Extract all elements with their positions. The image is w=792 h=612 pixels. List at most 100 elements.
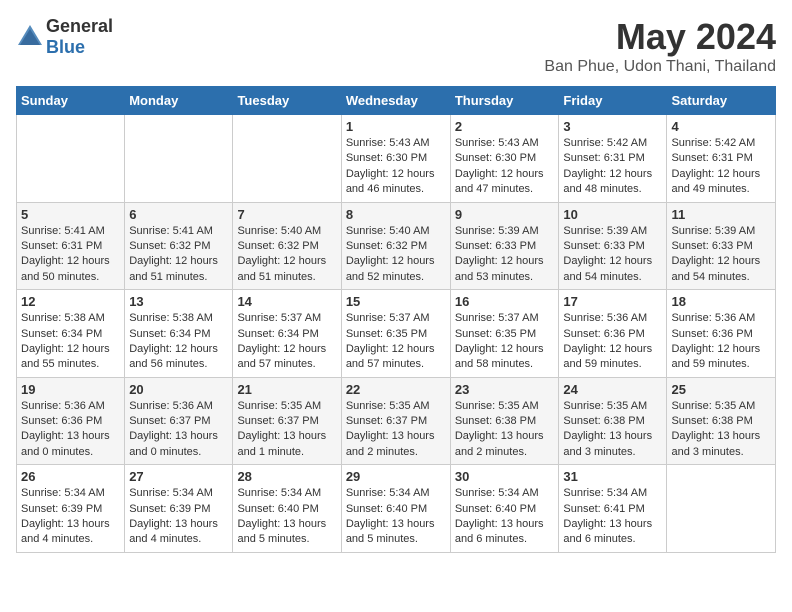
calendar-cell: 19Sunrise: 5:36 AM Sunset: 6:36 PM Dayli… <box>17 377 125 465</box>
day-number: 16 <box>455 294 555 309</box>
day-number: 26 <box>21 469 120 484</box>
calendar-cell: 13 Sunrise: 5:38 AM Sunset: 6:34 PM Dayli… <box>125 290 233 378</box>
day-number: 15 <box>346 294 446 309</box>
day-number: 28 <box>237 469 336 484</box>
day-number: 21 <box>237 382 336 397</box>
cell-content: Sunrise: 5:39 AM Sunset: 6:33 PM Dayligh… <box>671 224 771 286</box>
calendar-cell: 24 Sunrise: 5:35 AM Sunset: 6:38 PM Dayli… <box>559 377 667 465</box>
cell-content: Sunrise: 5:35 AM Sunset: 6:37 PM Dayligh… <box>237 399 336 461</box>
day-number: 27 <box>129 469 228 484</box>
calendar-cell: 30 Sunrise: 5:34 AM Sunset: 6:40 PM Dayli… <box>450 465 559 553</box>
cell-content: Sunrise: 5:35 AM Sunset: 6:38 PM Dayligh… <box>671 399 771 461</box>
calendar-cell <box>17 115 125 203</box>
title-block: May 2024 Ban Phue, Udon Thani, Thailand <box>544 16 776 76</box>
cell-content: Sunrise: 5:34 AM Sunset: 6:40 PM Dayligh… <box>346 486 446 548</box>
day-number: 19 <box>21 382 120 397</box>
day-number: 29 <box>346 469 446 484</box>
day-number: 20 <box>129 382 228 397</box>
calendar-cell <box>125 115 233 203</box>
day-number: 1 <box>346 119 446 134</box>
day-number: 12 <box>21 294 120 309</box>
logo-general-text: General <box>46 16 113 36</box>
cell-content: Sunrise: 5:36 AM Sunset: 6:37 PM Dayligh… <box>129 399 228 461</box>
logo-icon <box>16 23 44 51</box>
cell-content: Sunrise: 5:36 AM Sunset: 6:36 PM Dayligh… <box>563 311 662 373</box>
location-title: Ban Phue, Udon Thani, Thailand <box>544 58 776 76</box>
day-number: 31 <box>563 469 662 484</box>
calendar-week-row: 26 Sunrise: 5:34 AM Sunset: 6:39 PM Dayli… <box>17 465 776 553</box>
day-number: 10 <box>563 207 662 222</box>
calendar-cell: 25 Sunrise: 5:35 AM Sunset: 6:38 PM Dayli… <box>667 377 776 465</box>
calendar-table: SundayMondayTuesdayWednesdayThursdayFrid… <box>16 86 776 553</box>
calendar-cell <box>233 115 341 203</box>
weekday-header: Tuesday <box>233 87 341 115</box>
calendar-header-row: SundayMondayTuesdayWednesdayThursdayFrid… <box>17 87 776 115</box>
calendar-cell: 26Sunrise: 5:34 AM Sunset: 6:39 PM Dayli… <box>17 465 125 553</box>
calendar-cell: 10Sunrise: 5:39 AM Sunset: 6:33 PM Dayli… <box>559 202 667 290</box>
calendar-week-row: 19Sunrise: 5:36 AM Sunset: 6:36 PM Dayli… <box>17 377 776 465</box>
month-title: May 2024 <box>544 16 776 58</box>
cell-content: Sunrise: 5:43 AM Sunset: 6:30 PM Dayligh… <box>455 136 555 198</box>
cell-content: Sunrise: 5:43 AM Sunset: 6:30 PM Dayligh… <box>346 136 446 198</box>
day-number: 22 <box>346 382 446 397</box>
calendar-cell: 27 Sunrise: 5:34 AM Sunset: 6:39 PM Dayli… <box>125 465 233 553</box>
cell-content: Sunrise: 5:42 AM Sunset: 6:31 PM Dayligh… <box>671 136 771 198</box>
calendar-cell: 8 Sunrise: 5:40 AM Sunset: 6:32 PM Daylig… <box>341 202 450 290</box>
calendar-cell: 5Sunrise: 5:41 AM Sunset: 6:31 PM Daylig… <box>17 202 125 290</box>
calendar-week-row: 1 Sunrise: 5:43 AM Sunset: 6:30 PM Daylig… <box>17 115 776 203</box>
cell-content: Sunrise: 5:34 AM Sunset: 6:40 PM Dayligh… <box>455 486 555 548</box>
calendar-cell: 9Sunrise: 5:39 AM Sunset: 6:33 PM Daylig… <box>450 202 559 290</box>
cell-content: Sunrise: 5:40 AM Sunset: 6:32 PM Dayligh… <box>237 224 336 286</box>
calendar-cell: 6Sunrise: 5:41 AM Sunset: 6:32 PM Daylig… <box>125 202 233 290</box>
calendar-cell: 16 Sunrise: 5:37 AM Sunset: 6:35 PM Dayli… <box>450 290 559 378</box>
weekday-header: Monday <box>125 87 233 115</box>
calendar-cell <box>667 465 776 553</box>
day-number: 9 <box>455 207 555 222</box>
cell-content: Sunrise: 5:34 AM Sunset: 6:39 PM Dayligh… <box>129 486 228 548</box>
day-number: 8 <box>346 207 446 222</box>
calendar-cell: 14 Sunrise: 5:37 AM Sunset: 6:34 PM Dayli… <box>233 290 341 378</box>
calendar-week-row: 5Sunrise: 5:41 AM Sunset: 6:31 PM Daylig… <box>17 202 776 290</box>
calendar-cell: 20 Sunrise: 5:36 AM Sunset: 6:37 PM Dayli… <box>125 377 233 465</box>
cell-content: Sunrise: 5:38 AM Sunset: 6:34 PM Dayligh… <box>21 311 120 373</box>
weekday-header: Wednesday <box>341 87 450 115</box>
calendar-cell: 18 Sunrise: 5:36 AM Sunset: 6:36 PM Dayli… <box>667 290 776 378</box>
calendar-cell: 22 Sunrise: 5:35 AM Sunset: 6:37 PM Dayli… <box>341 377 450 465</box>
cell-content: Sunrise: 5:37 AM Sunset: 6:34 PM Dayligh… <box>237 311 336 373</box>
cell-content: Sunrise: 5:35 AM Sunset: 6:37 PM Dayligh… <box>346 399 446 461</box>
cell-content: Sunrise: 5:34 AM Sunset: 6:41 PM Dayligh… <box>563 486 662 548</box>
day-number: 4 <box>671 119 771 134</box>
day-number: 7 <box>237 207 336 222</box>
cell-content: Sunrise: 5:37 AM Sunset: 6:35 PM Dayligh… <box>346 311 446 373</box>
day-number: 25 <box>671 382 771 397</box>
day-number: 11 <box>671 207 771 222</box>
day-number: 3 <box>563 119 662 134</box>
calendar-cell: 12 Sunrise: 5:38 AM Sunset: 6:34 PM Dayli… <box>17 290 125 378</box>
day-number: 13 <box>129 294 228 309</box>
day-number: 2 <box>455 119 555 134</box>
cell-content: Sunrise: 5:35 AM Sunset: 6:38 PM Dayligh… <box>563 399 662 461</box>
calendar-cell: 21 Sunrise: 5:35 AM Sunset: 6:37 PM Dayli… <box>233 377 341 465</box>
calendar-cell: 15 Sunrise: 5:37 AM Sunset: 6:35 PM Dayli… <box>341 290 450 378</box>
cell-content: Sunrise: 5:38 AM Sunset: 6:34 PM Dayligh… <box>129 311 228 373</box>
cell-content: Sunrise: 5:42 AM Sunset: 6:31 PM Dayligh… <box>563 136 662 198</box>
day-number: 24 <box>563 382 662 397</box>
cell-content: Sunrise: 5:37 AM Sunset: 6:35 PM Dayligh… <box>455 311 555 373</box>
calendar-cell: 29 Sunrise: 5:34 AM Sunset: 6:40 PM Dayli… <box>341 465 450 553</box>
day-number: 18 <box>671 294 771 309</box>
cell-content: Sunrise: 5:36 AM Sunset: 6:36 PM Dayligh… <box>671 311 771 373</box>
calendar-cell: 4 Sunrise: 5:42 AM Sunset: 6:31 PM Daylig… <box>667 115 776 203</box>
cell-content: Sunrise: 5:40 AM Sunset: 6:32 PM Dayligh… <box>346 224 446 286</box>
calendar-cell: 17Sunrise: 5:36 AM Sunset: 6:36 PM Dayli… <box>559 290 667 378</box>
calendar-cell: 28 Sunrise: 5:34 AM Sunset: 6:40 PM Dayli… <box>233 465 341 553</box>
cell-content: Sunrise: 5:41 AM Sunset: 6:31 PM Dayligh… <box>21 224 120 286</box>
calendar-cell: 2 Sunrise: 5:43 AM Sunset: 6:30 PM Daylig… <box>450 115 559 203</box>
weekday-header: Sunday <box>17 87 125 115</box>
day-number: 14 <box>237 294 336 309</box>
cell-content: Sunrise: 5:34 AM Sunset: 6:40 PM Dayligh… <box>237 486 336 548</box>
calendar-week-row: 12 Sunrise: 5:38 AM Sunset: 6:34 PM Dayli… <box>17 290 776 378</box>
day-number: 30 <box>455 469 555 484</box>
weekday-header: Saturday <box>667 87 776 115</box>
weekday-header: Thursday <box>450 87 559 115</box>
logo-blue-text: Blue <box>46 37 85 57</box>
